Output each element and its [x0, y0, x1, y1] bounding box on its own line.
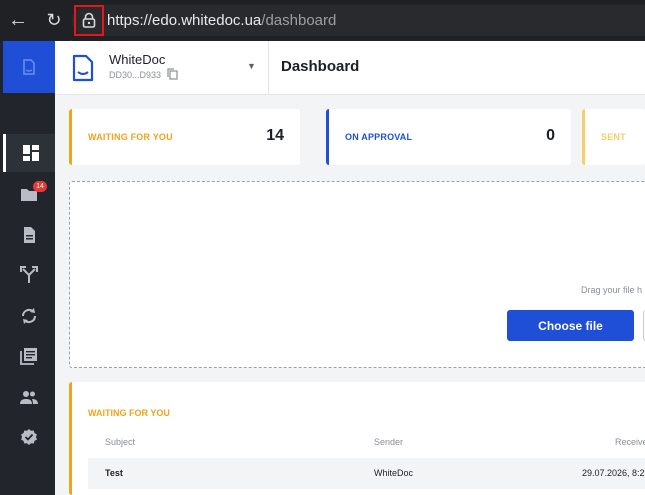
page-title: Dashboard: [281, 58, 360, 75]
lock-icon[interactable]: [82, 12, 96, 28]
organization-logo-icon: [72, 54, 94, 82]
column-header-received[interactable]: Receive: [615, 437, 645, 447]
sidebar-item-document[interactable]: [3, 216, 55, 254]
stat-card-approval[interactable]: ON APPROVAL 0: [326, 109, 571, 165]
url-domain: https://edo.whitedoc.ua: [107, 12, 262, 29]
sidebar-item-users[interactable]: [3, 378, 55, 416]
column-header-subject[interactable]: Subject: [105, 437, 135, 447]
stat-count: 0: [546, 127, 555, 144]
verified-icon: [21, 429, 37, 445]
users-icon: [20, 391, 38, 404]
file-dropzone[interactable]: Drag your file h Choose file: [69, 181, 645, 368]
back-arrow-icon[interactable]: ←: [6, 8, 30, 32]
url-path: /dashboard: [261, 12, 337, 29]
document-icon: [24, 227, 35, 243]
reload-icon[interactable]: ↻: [42, 8, 66, 32]
column-header-sender[interactable]: Sender: [374, 437, 403, 447]
stat-label: WAITING FOR YOU: [88, 132, 173, 142]
chevron-down-icon[interactable]: ▼: [247, 61, 256, 71]
sidebar-item-library[interactable]: [3, 337, 55, 375]
library-icon: [20, 348, 37, 365]
route-icon: [20, 266, 38, 283]
stat-card-sent[interactable]: SENT: [582, 109, 645, 165]
sidebar-item-verified[interactable]: [3, 418, 55, 456]
sidebar-item-sync[interactable]: [3, 297, 55, 335]
divider: [268, 41, 269, 94]
document-icon: [23, 59, 35, 75]
table-row[interactable]: Test WhiteDoc 29.07.2026, 8:2: [88, 458, 645, 489]
organization-id: DD30...D933: [109, 70, 162, 80]
stat-label: SENT: [601, 132, 626, 142]
drop-hint: Drag your file h: [581, 285, 643, 295]
unread-badge: 14: [33, 181, 47, 192]
browser-toolbar: ← ↻ https://edo.whitedoc.ua/dashboard: [0, 0, 645, 41]
dashboard-icon: [22, 145, 39, 161]
app-logo[interactable]: [3, 41, 55, 93]
sidebar-item-dashboard[interactable]: [3, 134, 55, 172]
panel-title: WAITING FOR YOU: [88, 408, 170, 418]
cell-subject: Test: [105, 468, 123, 478]
sidebar-item-routes[interactable]: [3, 256, 55, 294]
copy-icon[interactable]: [167, 68, 178, 80]
stat-count: 14: [266, 127, 284, 144]
waiting-documents-panel: WAITING FOR YOU Subject Sender Receive T…: [69, 382, 645, 495]
stat-label: ON APPROVAL: [345, 132, 413, 142]
top-bar: WhiteDoc DD30...D933 ▼ Dashboard: [55, 41, 645, 95]
cell-sender: WhiteDoc: [374, 468, 414, 478]
organization-name[interactable]: WhiteDoc: [109, 52, 165, 67]
stat-card-waiting[interactable]: WAITING FOR YOU 14: [69, 109, 300, 165]
choose-file-button[interactable]: Choose file: [507, 310, 634, 341]
sync-icon: [21, 308, 37, 324]
sidebar-item-documents-folder[interactable]: 14: [3, 175, 55, 213]
left-rail: 14: [0, 41, 55, 495]
url-text[interactable]: https://edo.whitedoc.ua/dashboard: [107, 12, 336, 29]
cell-received: 29.07.2026, 8:2: [582, 468, 645, 478]
app-root: 14 WhiteDoc DD30...D933 ▼ Dashboard WAIT…: [0, 41, 645, 495]
